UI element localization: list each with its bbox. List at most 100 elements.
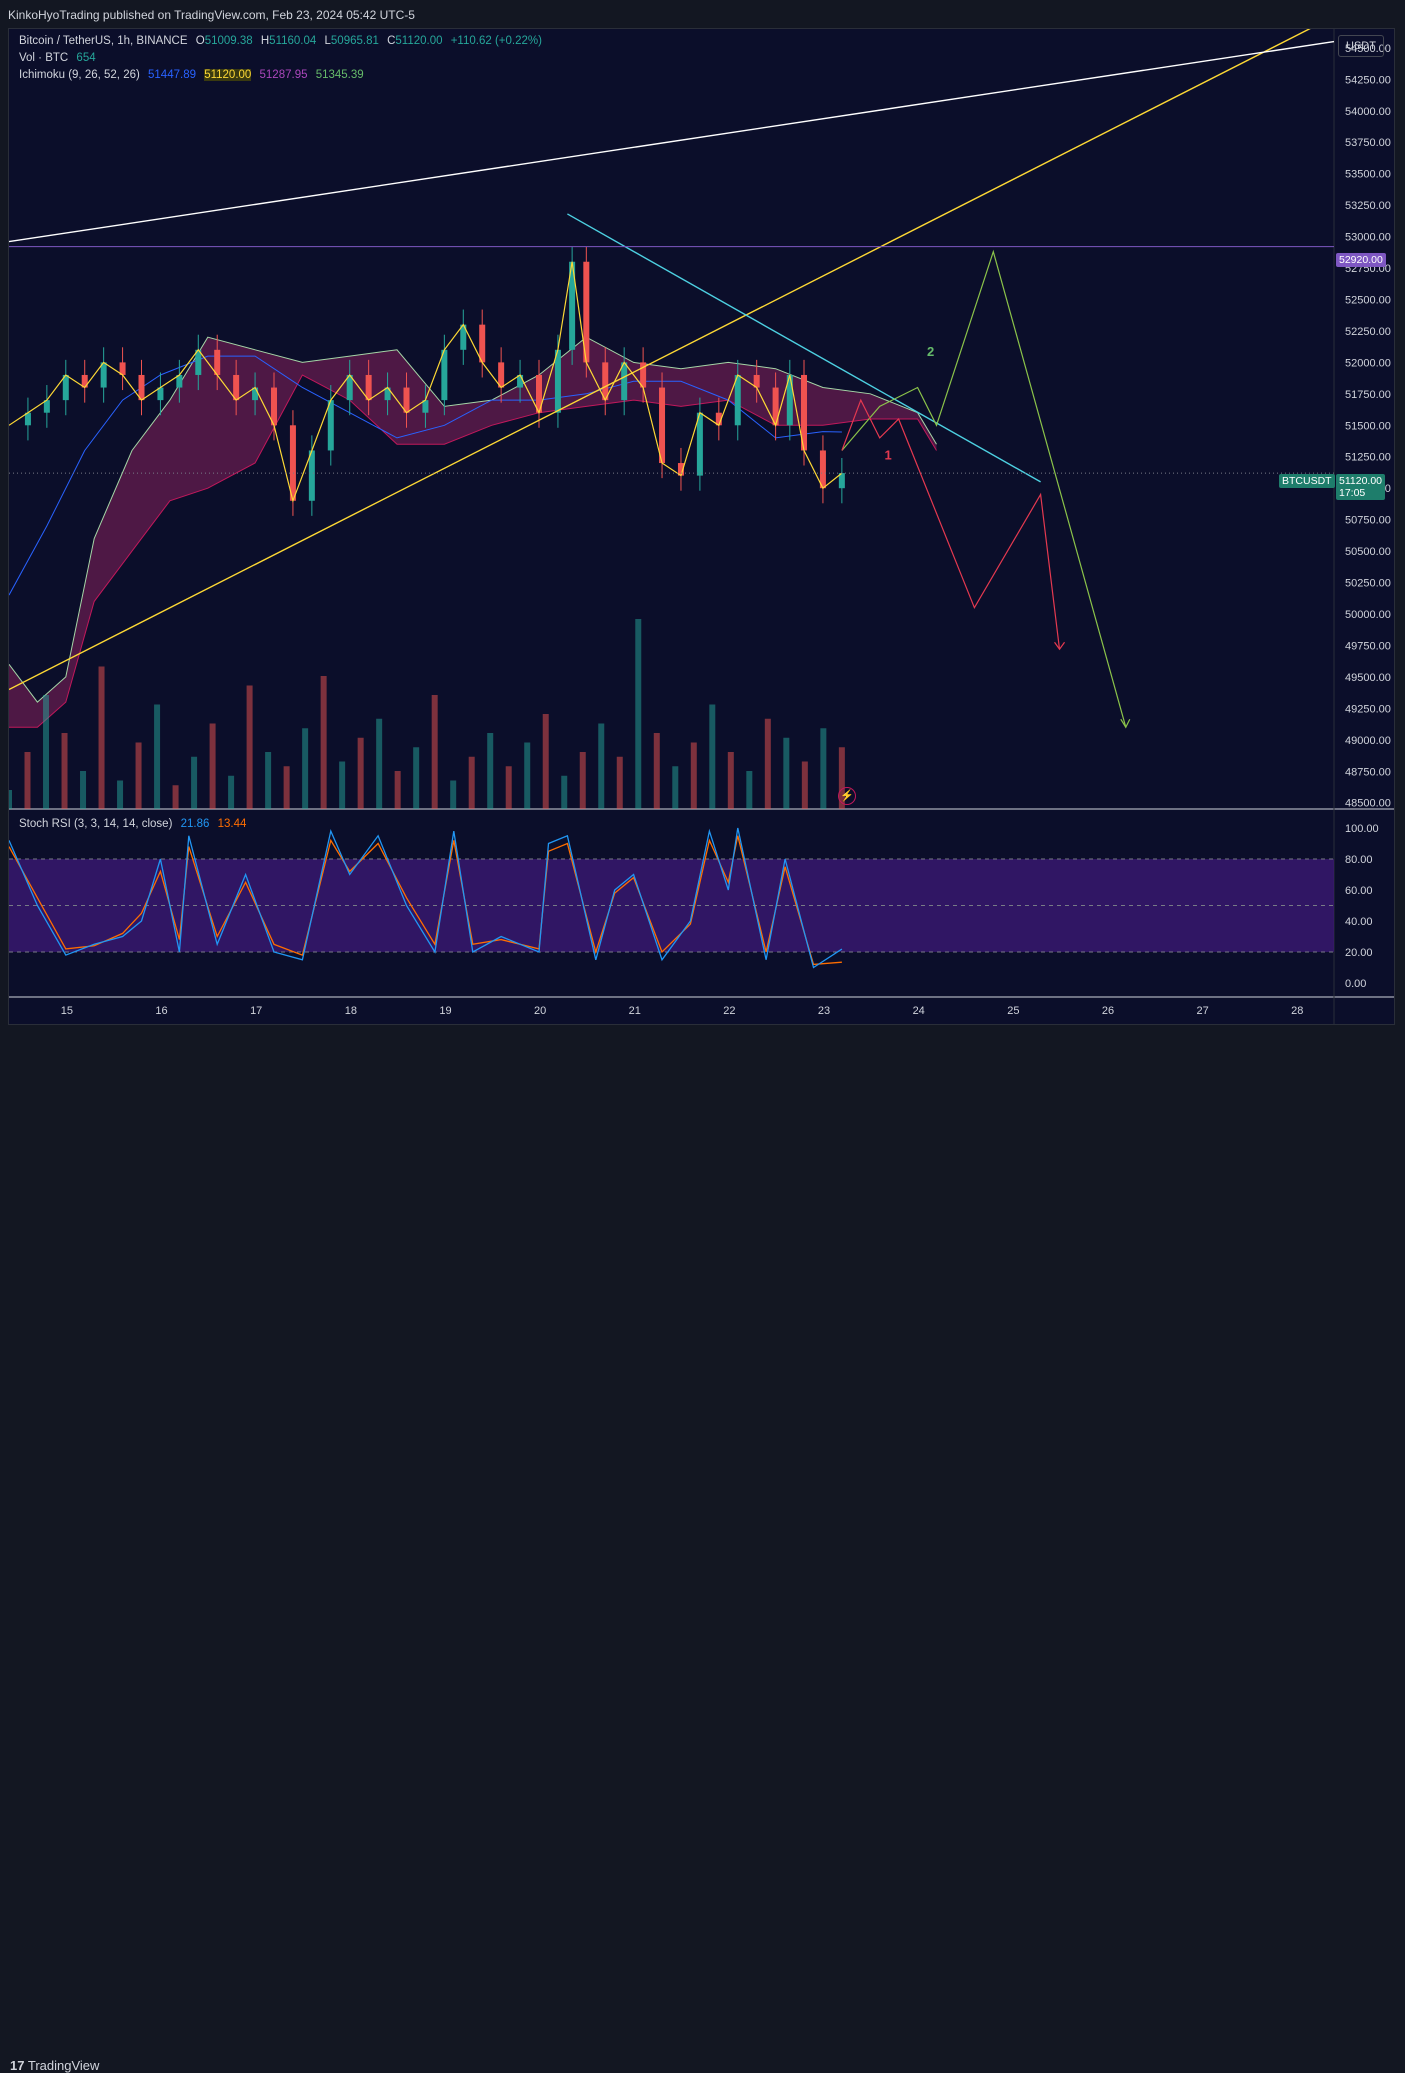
volume-bar xyxy=(24,752,31,809)
price-tick: 51500.00 xyxy=(1345,420,1391,432)
high-label: H xyxy=(260,35,270,47)
stoch-d-value: 13.44 xyxy=(217,818,247,830)
time-tick: 22 xyxy=(723,1005,735,1017)
price-tick: 52500.00 xyxy=(1345,294,1391,306)
open-value: 51009.38 xyxy=(204,35,253,47)
volume-bar xyxy=(746,771,753,809)
volume-bar xyxy=(9,790,12,809)
volume-bar xyxy=(117,780,124,809)
time-tick: 28 xyxy=(1291,1005,1303,1017)
symbol-legend[interactable]: Bitcoin / TetherUS, 1h, BINANCE O51009.3… xyxy=(19,35,547,47)
ichimoku-value-3: 51287.95 xyxy=(259,69,308,81)
volume-bar xyxy=(339,761,346,809)
top-bar: KinkoHyoTrading published on TradingView… xyxy=(0,0,1405,28)
price-tick: 52000.00 xyxy=(1345,357,1391,369)
volume-bar xyxy=(283,766,290,809)
volume-bar xyxy=(653,733,660,809)
time-tick: 15 xyxy=(61,1005,73,1017)
volume-bar xyxy=(487,733,494,809)
stoch-tick: 40.00 xyxy=(1345,916,1373,928)
last-price-tag: 51120.00 17:05 xyxy=(1336,474,1386,500)
change-value: +110.62 (+0.22%) xyxy=(450,35,542,47)
candle-body xyxy=(271,387,277,426)
wave-label-1: 1 xyxy=(884,447,891,462)
candle-body xyxy=(233,374,240,401)
volume-bar xyxy=(727,752,734,809)
candle-body xyxy=(819,450,826,489)
projection-green xyxy=(841,249,1127,728)
replay-icon[interactable]: ⚡ xyxy=(838,787,856,805)
stoch-tick: 80.00 xyxy=(1345,854,1373,866)
volume-bar xyxy=(302,728,309,809)
price-tick: 54250.00 xyxy=(1345,74,1391,86)
stoch-label[interactable]: Stoch RSI (3, 3, 14, 14, close) xyxy=(19,818,172,830)
wave-label-2: 2 xyxy=(927,344,934,359)
ichimoku-legend[interactable]: Ichimoku (9, 26, 52, 26) 51447.89 51120.… xyxy=(19,69,369,81)
candle-body xyxy=(554,349,561,413)
time-tick: 20 xyxy=(534,1005,546,1017)
price-tick: 48750.00 xyxy=(1345,766,1391,778)
volume-bar xyxy=(635,619,642,809)
currency-button[interactable]: USDT xyxy=(1338,35,1384,57)
volume-bar xyxy=(43,695,50,809)
symbol-title[interactable]: Bitcoin / TetherUS, 1h, BINANCE xyxy=(19,35,188,47)
volume-bar xyxy=(672,766,679,809)
volume-bar xyxy=(616,756,623,809)
volume-bar xyxy=(801,761,808,809)
price-tick: 53000.00 xyxy=(1345,232,1391,244)
volume-bar xyxy=(80,771,87,809)
time-tick: 16 xyxy=(155,1005,167,1017)
volume-bar xyxy=(709,704,716,809)
candle-body xyxy=(602,362,609,401)
candle-body xyxy=(365,374,372,401)
stoch-tick: 20.00 xyxy=(1345,947,1373,959)
volume-bar xyxy=(764,718,771,809)
candle-body xyxy=(289,425,296,501)
volume-bar xyxy=(450,780,457,809)
chart-frame[interactable]: 1 2 54500.00 54250.00 54000.00 53750.00 53500.… xyxy=(8,28,1395,1025)
candle-body xyxy=(479,324,486,363)
volume-bar xyxy=(209,723,216,809)
price-tick: 48500.00 xyxy=(1345,798,1391,810)
time-tick: 26 xyxy=(1102,1005,1114,1017)
candle-body xyxy=(308,450,315,501)
volume-bar xyxy=(376,718,383,809)
volume-bar xyxy=(468,756,475,809)
tv-logo-icon: 17 xyxy=(10,2058,25,2073)
volume-bar xyxy=(783,737,790,809)
price-tick: 50500.00 xyxy=(1345,546,1391,558)
tv-brand: TradingView xyxy=(27,2058,100,2073)
volume-value: 654 xyxy=(76,52,96,64)
open-label: O xyxy=(195,35,205,47)
volume-legend[interactable]: Vol · BTC 654 xyxy=(19,52,101,64)
stoch-legend[interactable]: Stoch RSI (3, 3, 14, 14, close) 21.86 13… xyxy=(19,818,251,830)
price-tick: 50000.00 xyxy=(1345,609,1391,621)
projection-red xyxy=(841,398,1061,650)
stoch-tick: 0.00 xyxy=(1345,978,1366,990)
volume-bar xyxy=(265,752,272,809)
volume-bar xyxy=(431,695,438,809)
low-value: 50965.81 xyxy=(330,35,379,47)
volume-bar xyxy=(98,666,105,809)
candle-body xyxy=(734,374,741,426)
price-tick: 52250.00 xyxy=(1345,326,1391,338)
time-tick: 27 xyxy=(1197,1005,1209,1017)
candle-body xyxy=(441,349,448,401)
volume-bar xyxy=(228,775,235,809)
chart-canvas[interactable]: 1254500.0054250.0054000.0053750.0053500.… xyxy=(9,29,1395,1025)
volume-label[interactable]: Vol · BTC xyxy=(19,52,68,64)
volume-bar xyxy=(246,685,253,809)
volume-bar xyxy=(542,714,549,809)
volume-bar xyxy=(394,771,401,809)
time-tick: 18 xyxy=(345,1005,357,1017)
ichimoku-label[interactable]: Ichimoku (9, 26, 52, 26) xyxy=(19,69,140,81)
time-tick: 23 xyxy=(818,1005,830,1017)
time-tick: 25 xyxy=(1007,1005,1019,1017)
ichimoku-value-1: 51447.89 xyxy=(148,69,196,81)
volume-bar xyxy=(154,704,161,809)
publisher-caption: KinkoHyoTrading published on TradingView… xyxy=(8,8,415,22)
stoch-tick: 100.00 xyxy=(1345,823,1379,835)
time-tick: 19 xyxy=(439,1005,451,1017)
candle-body xyxy=(621,362,628,401)
time-tick: 21 xyxy=(629,1005,641,1017)
